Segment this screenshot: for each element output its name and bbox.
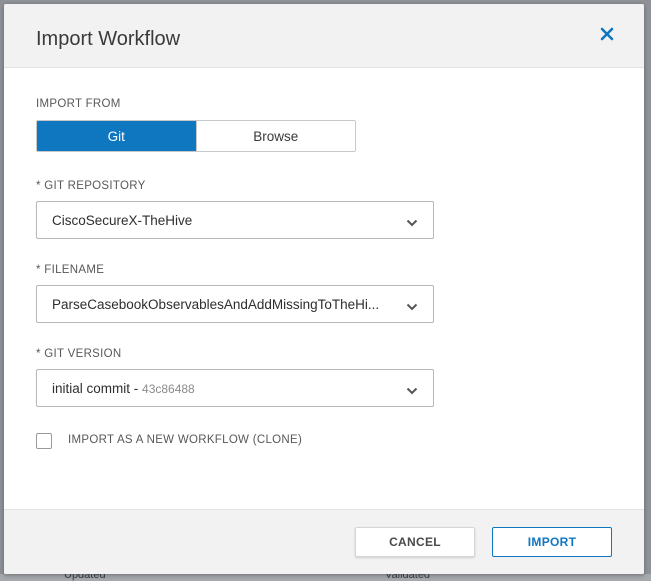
git-option-button[interactable]: Git [37, 121, 196, 151]
import-workflow-dialog: Import Workflow IMPORT FROM Git Browse *… [4, 4, 644, 574]
git-repository-select[interactable]: CiscoSecureX-TheHive [36, 201, 434, 239]
import-button[interactable]: IMPORT [492, 527, 612, 557]
git-commit-hash: 43c86488 [142, 382, 195, 396]
git-version-value: initial commit - 43c86488 [52, 381, 195, 396]
close-icon[interactable] [596, 23, 618, 45]
dialog-footer: CANCEL IMPORT [4, 509, 644, 574]
git-version-label: * GIT VERSION [36, 348, 122, 360]
git-version-separator: - [130, 381, 143, 396]
git-repository-value: CiscoSecureX-TheHive [52, 213, 193, 228]
git-version-select[interactable]: initial commit - 43c86488 [36, 369, 434, 407]
import-from-label: IMPORT FROM [36, 98, 121, 110]
git-version-name: initial commit [52, 381, 131, 396]
dialog-header: Import Workflow [4, 4, 644, 68]
clone-checkbox-label: IMPORT AS A NEW WORKFLOW (CLONE) [68, 434, 303, 446]
filename-value: ParseCasebookObservablesAndAddMissingToT… [52, 297, 380, 312]
filename-label: * FILENAME [36, 264, 105, 276]
chevron-down-icon [406, 299, 418, 317]
cancel-button[interactable]: CANCEL [355, 527, 475, 557]
import-source-toggle: Git Browse [36, 120, 356, 152]
chevron-down-icon [406, 383, 418, 401]
dialog-title: Import Workflow [36, 28, 181, 50]
git-repository-label: * GIT REPOSITORY [36, 180, 146, 192]
filename-select[interactable]: ParseCasebookObservablesAndAddMissingToT… [36, 285, 434, 323]
chevron-down-icon [406, 215, 418, 233]
browse-option-button[interactable]: Browse [195, 121, 355, 151]
clone-checkbox[interactable] [36, 433, 52, 449]
